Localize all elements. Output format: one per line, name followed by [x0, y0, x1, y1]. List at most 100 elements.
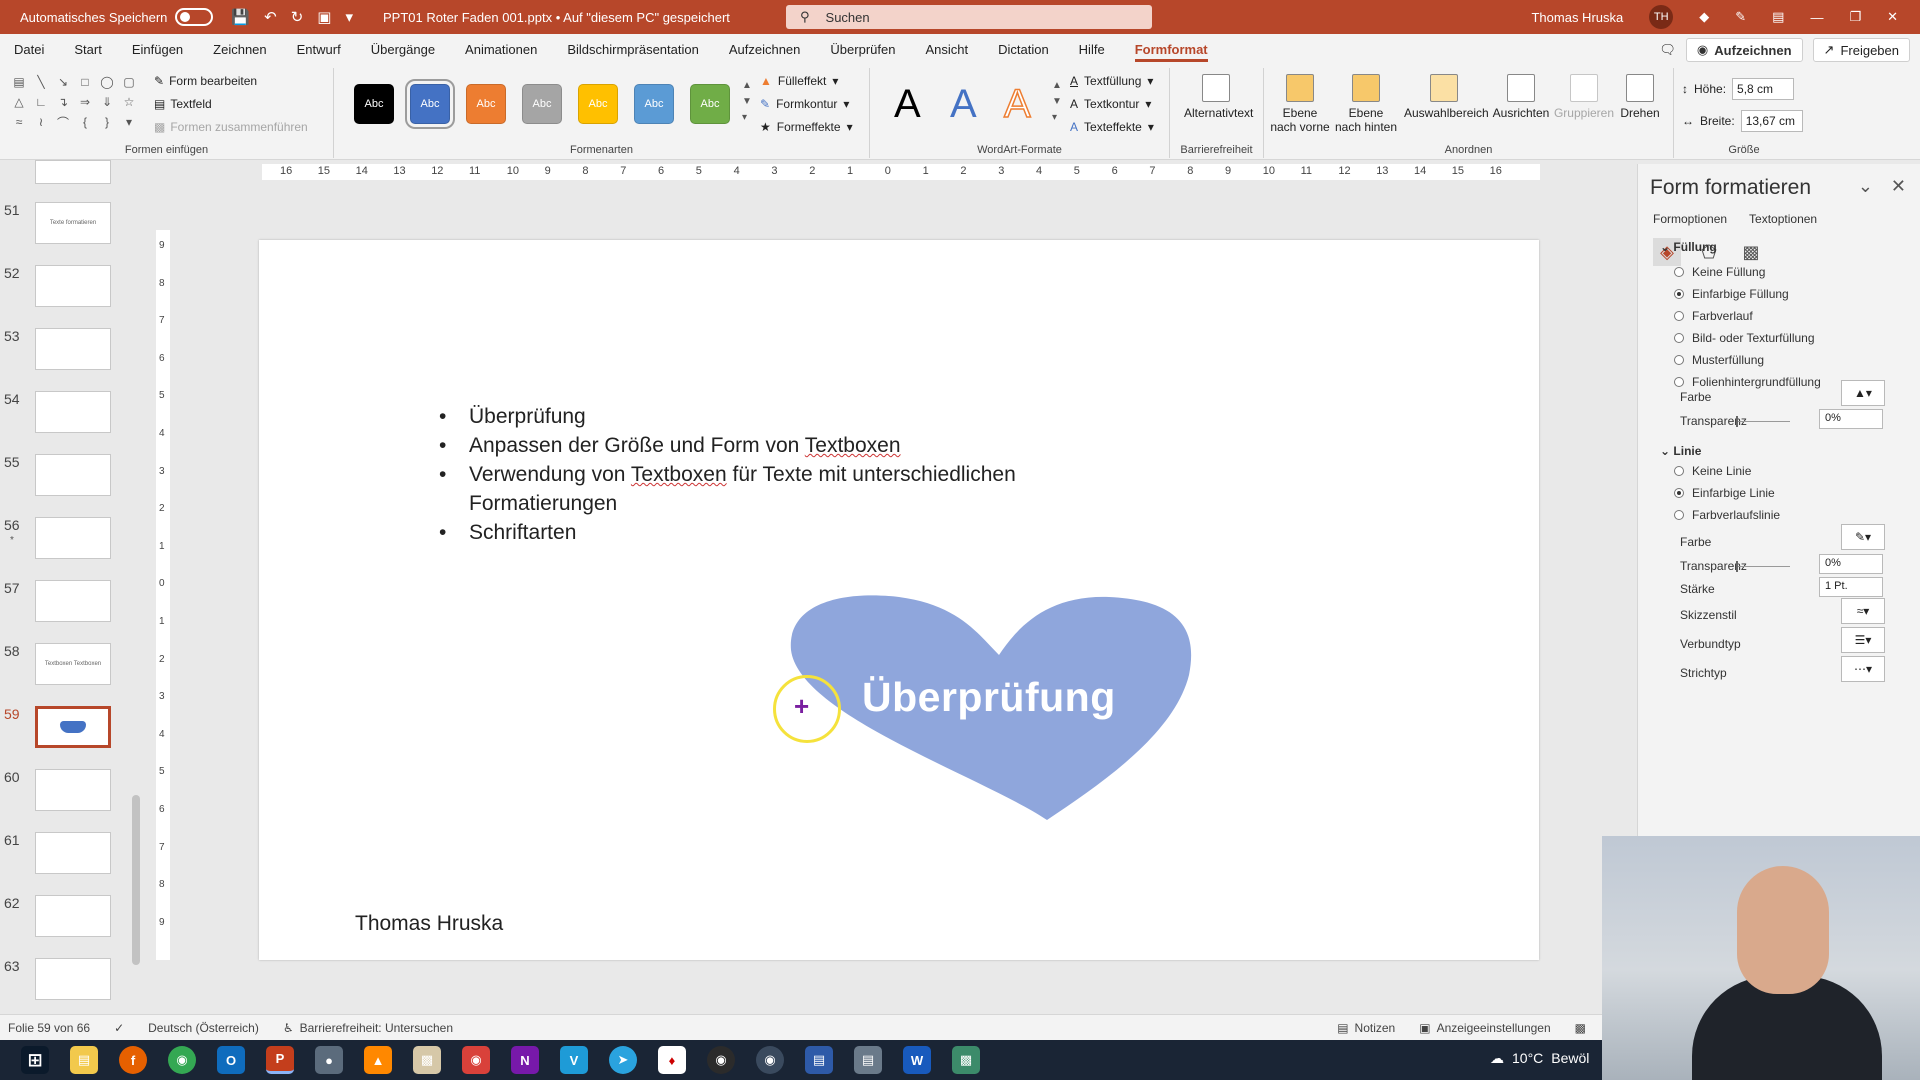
- save-icon[interactable]: 💾: [231, 8, 250, 26]
- selection-pane-button[interactable]: Auswahlbereich: [1404, 74, 1489, 120]
- vlc-icon[interactable]: ▲: [364, 1046, 392, 1074]
- curve-shape-icon[interactable]: ≀: [32, 114, 50, 130]
- slide-thumbnail[interactable]: 54: [0, 391, 130, 443]
- normal-view-icon[interactable]: ▩: [1575, 1021, 1586, 1035]
- radio-button[interactable]: [1674, 355, 1684, 365]
- tab-start[interactable]: Start: [74, 34, 101, 64]
- triangle-shape-icon[interactable]: △: [10, 94, 28, 110]
- tab-formformat[interactable]: Formformat: [1134, 34, 1208, 64]
- vertical-ruler[interactable]: 9 8 7 6 5 4 3 2 1 0 1 2 3 4 5 6 7 8 9: [156, 230, 170, 960]
- app-icon-7[interactable]: ▤: [854, 1046, 882, 1074]
- telegram-icon[interactable]: ➤: [609, 1046, 637, 1074]
- search-box[interactable]: ⚲ Suchen: [786, 5, 1152, 29]
- dash-type-button[interactable]: ⋯▾: [1841, 656, 1885, 682]
- brace-right-shape-icon[interactable]: }: [98, 114, 116, 130]
- slide-thumbnail-partial[interactable]: [35, 160, 111, 184]
- accessibility-status[interactable]: ♿ Barrierefreiheit: Untersuchen: [283, 1021, 453, 1035]
- slide-canvas[interactable]: Überprüfung Anpassen der Größe und Form …: [259, 240, 1539, 960]
- thumbnails-scroll-thumb[interactable]: [132, 795, 140, 965]
- undo-icon[interactable]: ↶: [264, 8, 277, 26]
- arrow-right-shape-icon[interactable]: ⇒: [76, 94, 94, 110]
- share-button[interactable]: ↗ Freigeben: [1812, 38, 1910, 62]
- tab-datei[interactable]: Datei: [14, 34, 44, 64]
- thumbnails-scrollbar[interactable]: [130, 165, 142, 1005]
- display-settings-button[interactable]: ▣ Anzeigeeinstellungen: [1419, 1021, 1550, 1035]
- text-outline-button[interactable]: A Textkontur ▾: [1070, 97, 1151, 111]
- slide-thumbnail[interactable]: 53: [0, 328, 130, 380]
- arrow-line-shape-icon[interactable]: ↘: [54, 74, 72, 90]
- arrow-down-shape-icon[interactable]: ⇓: [98, 94, 116, 110]
- document-title[interactable]: PPT01 Roter Faden 001.pptx • Auf "diesem…: [383, 10, 730, 25]
- textbox-shape-icon[interactable]: ▤: [10, 74, 28, 90]
- spellcheck-icon[interactable]: ✓: [114, 1021, 124, 1035]
- slide-thumbnail[interactable]: 58 Textboxen Textboxen: [0, 643, 130, 695]
- alt-text-button[interactable]: Alternativtext: [1184, 74, 1253, 120]
- author-text[interactable]: Thomas Hruska: [355, 912, 503, 936]
- shape-outline-button[interactable]: ✎ Formkontur ▾: [760, 97, 849, 111]
- height-input[interactable]: 5,8 cm: [1732, 78, 1795, 100]
- text-effects-button[interactable]: A Texteffekte ▾: [1070, 120, 1154, 134]
- tab-zeichnen[interactable]: Zeichnen: [213, 34, 266, 64]
- line-color-button[interactable]: ✎▾: [1841, 524, 1885, 550]
- pen-icon[interactable]: ✎: [1735, 9, 1746, 25]
- slide-thumbnail-preview[interactable]: [35, 832, 111, 874]
- radio-button[interactable]: [1674, 289, 1684, 299]
- shape-style-swatch[interactable]: Abc: [405, 79, 455, 129]
- send-backward-button[interactable]: Ebene nach hinten: [1334, 74, 1398, 134]
- sketch-style-button[interactable]: ≈▾: [1841, 598, 1885, 624]
- shape-style-swatch[interactable]: Abc: [690, 84, 730, 124]
- merge-shapes-button[interactable]: ▩ Formen zusammenführen: [154, 120, 308, 134]
- arc-shape-icon[interactable]: ⌒: [54, 114, 72, 130]
- radio-button[interactable]: [1674, 377, 1684, 387]
- tab-ueberpruefen[interactable]: Überprüfen: [830, 34, 895, 64]
- slide-thumbnail[interactable]: 60: [0, 769, 130, 821]
- presentation-icon[interactable]: ▣: [317, 8, 331, 26]
- radio-option[interactable]: Keine Füllung: [1674, 265, 1765, 279]
- slide-thumbnail[interactable]: 57: [0, 580, 130, 632]
- brace-left-shape-icon[interactable]: {: [76, 114, 94, 130]
- slide-thumbnail-preview[interactable]: Texte formatieren: [35, 202, 111, 244]
- slide-thumbnail-preview[interactable]: [35, 517, 111, 559]
- align-button[interactable]: Ausrichten: [1489, 74, 1553, 120]
- close-icon[interactable]: ✕: [1891, 176, 1906, 197]
- slide-thumbnail-preview[interactable]: [35, 769, 111, 811]
- fill-color-button[interactable]: ▲▾: [1841, 380, 1885, 406]
- word-icon[interactable]: W: [903, 1046, 931, 1074]
- app-icon-2[interactable]: ▩: [413, 1046, 441, 1074]
- tab-bildschirmpraesentation[interactable]: Bildschirmpräsentation: [567, 34, 699, 64]
- radio-button[interactable]: [1674, 466, 1684, 476]
- record-button[interactable]: ◉ Aufzeichnen: [1685, 38, 1803, 62]
- slide-thumbnail[interactable]: 56 *: [0, 517, 130, 569]
- compound-type-button[interactable]: ☰▾: [1841, 627, 1885, 653]
- slide-thumbnail-preview[interactable]: [35, 265, 111, 307]
- elbow-shape-icon[interactable]: ↴: [54, 94, 72, 110]
- star-shape-icon[interactable]: ☆: [120, 94, 138, 110]
- app-icon-v[interactable]: V: [560, 1046, 588, 1074]
- tab-shape-options[interactable]: Formoptionen: [1653, 212, 1727, 226]
- app-icon-3[interactable]: ◉: [462, 1046, 490, 1074]
- slide-thumbnail-preview[interactable]: [35, 580, 111, 622]
- wordart-style-orange-outline[interactable]: A: [1003, 81, 1031, 127]
- line-transparency-input[interactable]: 0%: [1819, 554, 1883, 574]
- slide-thumbnail[interactable]: 51 Texte formatieren: [0, 202, 130, 254]
- wordart-style-black[interactable]: A: [894, 82, 921, 127]
- slide-thumbnail-preview[interactable]: [35, 328, 111, 370]
- close-icon[interactable]: ✕: [1887, 9, 1898, 25]
- windows-start-icon[interactable]: ⊞: [21, 1046, 49, 1074]
- edit-shape-button[interactable]: ✎ Form bearbeiten: [154, 74, 257, 88]
- slide-thumbnails-panel[interactable]: 51 Texte formatieren 52 53 54 55 56 * 57 58 Textbo…: [0, 160, 140, 1014]
- powerpoint-icon[interactable]: P: [266, 1046, 294, 1074]
- fill-transparency-input[interactable]: 0%: [1819, 409, 1883, 429]
- width-input[interactable]: 13,67 cm: [1740, 110, 1803, 132]
- app-icon-1[interactable]: ●: [315, 1046, 343, 1074]
- bring-forward-button[interactable]: Ebene nach vorne: [1268, 74, 1332, 134]
- radio-button[interactable]: [1674, 311, 1684, 321]
- app-icon-6[interactable]: ▤: [805, 1046, 833, 1074]
- slide-thumbnail-preview[interactable]: [35, 391, 111, 433]
- file-explorer-icon[interactable]: ▤: [70, 1046, 98, 1074]
- tab-dictation[interactable]: Dictation: [998, 34, 1049, 64]
- radio-option[interactable]: Einfarbige Linie: [1674, 486, 1775, 500]
- connector-shape-icon[interactable]: ∟: [32, 94, 50, 110]
- group-button[interactable]: Gruppieren: [1552, 74, 1616, 120]
- comment-icon[interactable]: 🗨: [1659, 42, 1676, 58]
